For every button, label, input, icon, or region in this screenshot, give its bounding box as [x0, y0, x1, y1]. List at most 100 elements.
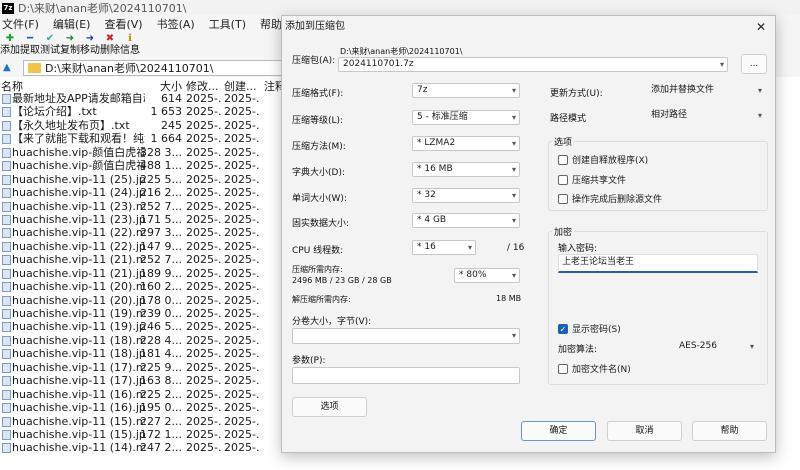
- chevron-down-icon: ▾: [719, 60, 724, 69]
- options-button[interactable]: 选项: [292, 397, 367, 417]
- chevron-down-icon: ▾: [511, 86, 516, 95]
- file-row[interactable]: huachishe.vip-11 (19).mp4239 0... 2025-..…: [0, 307, 285, 320]
- path-mode-select[interactable]: 相对路径 ▾: [646, 108, 766, 123]
- file-created: 2025-...: [224, 333, 260, 347]
- file-row[interactable]: huachishe.vip-11 (17).mp4225 9... 2025-..…: [0, 361, 285, 374]
- chevron-down-icon: ▾: [467, 243, 472, 252]
- ok-button[interactable]: 确定: [521, 421, 596, 441]
- file-modified: 2025-...: [186, 427, 222, 441]
- file-size: 225 2...: [140, 387, 182, 401]
- file-row[interactable]: huachishe.vip-11 (14).mp4247 2... 2025-..…: [0, 441, 285, 454]
- format-select[interactable]: 7z ▾: [412, 83, 520, 98]
- split-label: 分卷大小，字节(V):: [292, 317, 372, 327]
- encrypt-names-checkbox[interactable]: 加密文件名(N): [558, 362, 631, 375]
- file-modified: 2025-...: [186, 199, 222, 213]
- file-row[interactable]: huachishe.vip-11 (23).mp4252 7... 2025-..…: [0, 200, 285, 213]
- file-icon: [2, 134, 11, 145]
- file-row[interactable]: huachishe.vip-11 (25).jpg225 5... 2025-..…: [0, 173, 285, 186]
- file-created: 2025-...: [224, 307, 260, 320]
- menu-bookmarks[interactable]: 书签(A): [157, 16, 195, 32]
- file-row[interactable]: huachishe.vip-11 (21).jpg189 9... 2025-..…: [0, 267, 285, 280]
- file-created: 2025-...: [224, 199, 260, 213]
- help-button[interactable]: 帮助: [692, 421, 767, 441]
- level-label: 压缩等级(L):: [292, 116, 344, 126]
- enc-method-select[interactable]: AES-256 ▾: [674, 339, 758, 354]
- file-row[interactable]: huachishe.vip-11 (22).mp4297 3... 2025-..…: [0, 226, 285, 239]
- file-size: 252 7...: [140, 253, 182, 267]
- format-value: 7z: [417, 85, 428, 95]
- solid-select[interactable]: * 4 GB ▾: [412, 213, 520, 228]
- cpu-select[interactable]: * 16 ▾: [412, 240, 476, 255]
- word-value: * 32: [417, 190, 436, 200]
- close-icon[interactable]: ✕: [747, 16, 775, 38]
- file-icon: [2, 94, 11, 104]
- file-row[interactable]: huachishe.vip-11 (16).mp4225 2... 2025-..…: [0, 388, 285, 401]
- menu-view[interactable]: 查看(V): [104, 16, 142, 32]
- file-icon: [2, 443, 11, 454]
- file-row[interactable]: huachishe.vip-颜值白虎福利...328 3... 2025-...2…: [0, 146, 285, 159]
- params-input[interactable]: [292, 367, 520, 384]
- show-password-checkbox[interactable]: ✓ 显示密码(S): [558, 322, 621, 335]
- file-row[interactable]: huachishe.vip-11 (15).jpg172 1... 2025-..…: [0, 428, 285, 441]
- split-select[interactable]: ▾: [292, 328, 520, 344]
- plus-icon: ✚: [5, 33, 15, 44]
- menu-file[interactable]: 文件(F): [2, 16, 39, 32]
- delete-source-checkbox[interactable]: 操作完成后删除源文件: [558, 192, 662, 205]
- file-row[interactable]: huachishe.vip-11 (17).jpg163 8... 2025-..…: [0, 374, 285, 387]
- file-row[interactable]: huachishe.vip-11 (20).mp4160 2... 2025-..…: [0, 280, 285, 293]
- update-value: 添加并替换文件: [651, 85, 715, 95]
- file-list[interactable]: 最新地址及APP请发邮箱自动...6142025-...2025-...【论坛介…: [0, 92, 285, 470]
- file-row[interactable]: 【论坛介绍】.txt1 6532025-...2025-...: [0, 105, 285, 118]
- archive-name-field[interactable]: 2024110701.7z ▾: [338, 57, 728, 72]
- file-row[interactable]: huachishe.vip-11 (20).jpg178 0... 2025-..…: [0, 294, 285, 307]
- file-icon: [2, 201, 11, 212]
- file-created: 2025-...: [224, 320, 260, 334]
- file-row[interactable]: huachishe.vip-11 (15).mp4227 2... 2025-..…: [0, 415, 285, 428]
- dict-select[interactable]: * 16 MB ▾: [412, 162, 520, 177]
- file-row[interactable]: huachishe.vip-11 (22).jpg147 9... 2025-..…: [0, 240, 285, 253]
- toolbar-label: 信息: [120, 45, 140, 56]
- file-modified: 2025-...: [186, 307, 222, 320]
- file-row[interactable]: huachishe.vip-11 (19).jpg246 5... 2025-..…: [0, 320, 285, 333]
- toolbar-button-info[interactable]: ℹ 信息: [120, 33, 140, 59]
- file-row[interactable]: huachishe.vip-11 (23).jpg171 5... 2025-..…: [0, 213, 285, 226]
- file-row[interactable]: huachishe.vip-颜值白虎福利...488 1... 2025-...2…: [0, 159, 285, 172]
- chevron-down-icon: ▾: [511, 216, 516, 225]
- archive-dir: D:\来财\anan老师\2024110701\: [340, 47, 463, 56]
- cancel-button[interactable]: 取消: [607, 421, 682, 441]
- file-modified: 2025-...: [186, 186, 222, 200]
- shared-checkbox[interactable]: 压缩共享文件: [558, 173, 626, 186]
- method-select[interactable]: * LZMA2 ▾: [412, 136, 520, 151]
- file-row[interactable]: huachishe.vip-11 (21).mp4252 7... 2025-..…: [0, 253, 285, 266]
- password-label: 输入密码:: [558, 244, 598, 254]
- sfx-checkbox[interactable]: 创建自释放程序(X): [558, 153, 648, 166]
- file-icon: [2, 255, 11, 266]
- mem-percent-select[interactable]: * 80% ▾: [454, 268, 520, 283]
- file-row[interactable]: huachishe.vip-11 (18).jpg181 4... 2025-..…: [0, 347, 285, 360]
- up-folder-icon[interactable]: ▲: [3, 61, 17, 75]
- file-icon: [2, 120, 11, 131]
- file-created: 2025-...: [224, 105, 260, 119]
- file-row[interactable]: 【永久地址发布页】.txt 245 2025-...2025-...: [0, 119, 285, 132]
- file-size: 178 0...: [140, 293, 182, 307]
- chevron-down-icon: ▾: [511, 331, 516, 340]
- file-row[interactable]: 【来了就能下载和观看！纯免...1 6642025-...2025-...: [0, 132, 285, 145]
- file-row[interactable]: huachishe.vip-11 (24).jpg216 2... 2025-..…: [0, 186, 285, 199]
- file-modified: 2025-...: [186, 253, 222, 267]
- file-modified: 2025-...: [186, 105, 222, 119]
- update-select[interactable]: 添加并替换文件 ▾: [646, 83, 766, 98]
- file-row[interactable]: huachishe.vip-11 (18).mp4228 4... 2025-..…: [0, 334, 285, 347]
- menu-tools[interactable]: 工具(T): [209, 16, 246, 32]
- checkbox-box: [558, 363, 568, 374]
- file-created: 2025-...: [224, 387, 260, 401]
- menu-edit[interactable]: 编辑(E): [53, 16, 91, 32]
- password-input[interactable]: 上老王论坛当老王: [558, 254, 758, 273]
- level-select[interactable]: 5 - 标准压缩 ▾: [412, 110, 520, 125]
- file-row[interactable]: huachishe.vip-11 (16).jpg195 0... 2025-..…: [0, 401, 285, 414]
- file-modified: 2025-...: [186, 159, 222, 173]
- file-row[interactable]: 最新地址及APP请发邮箱自动... 614 2025-...2025-...: [0, 92, 285, 105]
- browse-button[interactable]: ...: [741, 54, 767, 74]
- solid-value: * 4 GB: [417, 215, 447, 225]
- word-select[interactable]: * 32 ▾: [412, 188, 520, 203]
- file-created: 2025-...: [224, 186, 260, 200]
